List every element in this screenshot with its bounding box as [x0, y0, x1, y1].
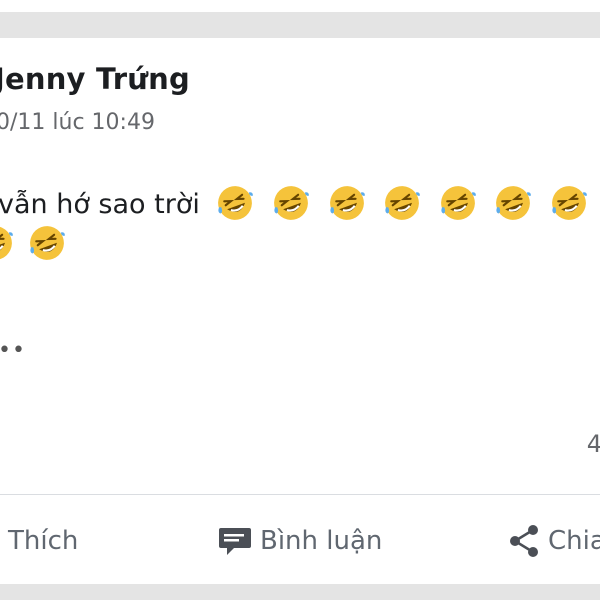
- facebook-post-screen: Jenny Trứng 0/11 lúc 10:49 vẫn hớ sao tr…: [0, 0, 600, 600]
- emoji-row-1: [208, 186, 600, 220]
- rofl-emoji-icon: [30, 226, 66, 260]
- rofl-emoji-icon: [274, 186, 309, 220]
- action-bar: Thích Bình luận Chia: [0, 495, 600, 584]
- comment-label: Bình luận: [260, 526, 383, 556]
- rofl-emoji-icon: [218, 186, 254, 220]
- share-icon: [508, 524, 540, 558]
- rofl-emoji-icon: [329, 186, 365, 220]
- share-label: Chia: [548, 526, 600, 556]
- like-button[interactable]: Thích: [8, 521, 78, 561]
- rofl-emoji-icon: [552, 186, 587, 220]
- author-name[interactable]: Jenny Trứng: [0, 62, 190, 96]
- like-label: Thích: [8, 526, 79, 556]
- comment-button[interactable]: Bình luận: [218, 521, 382, 561]
- post-card: Jenny Trứng 0/11 lúc 10:49 vẫn hớ sao tr…: [0, 38, 600, 584]
- rofl-emoji-icon: [440, 186, 476, 220]
- feed-separator-top: [0, 12, 600, 38]
- emoji-row-2: [0, 224, 75, 262]
- post-timestamp[interactable]: 0/11 lúc 10:49: [0, 110, 155, 135]
- rofl-emoji-icon: [496, 186, 532, 220]
- post-body: vẫn hớ sao trời: [0, 184, 600, 225]
- rofl-emoji-icon: [0, 226, 13, 260]
- post-text: vẫn hớ sao trời: [0, 189, 200, 220]
- share-button[interactable]: Chia: [508, 521, 600, 561]
- more-content-dots[interactable]: ••: [0, 338, 26, 363]
- comment-icon: [218, 525, 252, 557]
- rofl-emoji-icon: [385, 186, 421, 220]
- reaction-count[interactable]: 4: [587, 430, 600, 458]
- top-band: [0, 0, 600, 12]
- feed-separator-bottom: [0, 584, 600, 600]
